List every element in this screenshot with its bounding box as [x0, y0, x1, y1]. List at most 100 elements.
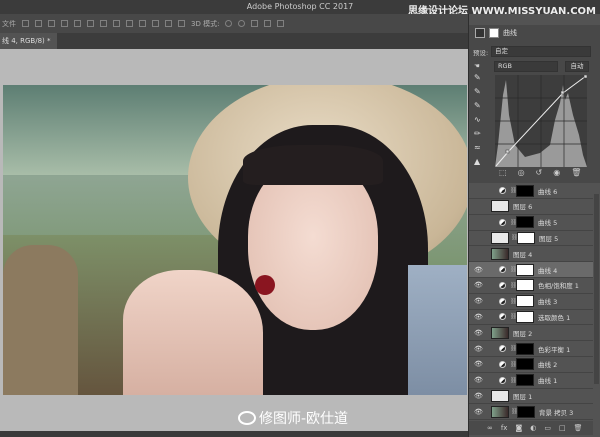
- curves-icon[interactable]: [475, 28, 485, 38]
- layer-row[interactable]: 👁 ⛓ 曲线 1: [469, 373, 593, 389]
- eye-icon[interactable]: 👁: [474, 376, 483, 384]
- adjustment-layer-icon[interactable]: ◐: [530, 424, 536, 432]
- layer-row[interactable]: 👁 ⛓ 曲线 2: [469, 357, 593, 373]
- channel-value: RGB: [498, 62, 513, 70]
- new-layer-icon[interactable]: □: [559, 424, 566, 432]
- layers-scrollbar[interactable]: [594, 194, 599, 384]
- mask-icon[interactable]: [489, 28, 499, 38]
- eye-icon[interactable]: 👁: [474, 360, 483, 368]
- on-image-adjust-icon[interactable]: ☚: [474, 62, 480, 70]
- smooth-icon[interactable]: ≈: [474, 143, 481, 152]
- layer-row[interactable]: 图层 4: [469, 246, 593, 263]
- layer-row[interactable]: 👁 ⛓ 曲线 3: [469, 294, 593, 310]
- distribute-top-icon[interactable]: [100, 20, 107, 27]
- layer-name: 曲线 1: [538, 377, 558, 386]
- fx-icon[interactable]: fx: [501, 424, 508, 432]
- delete-layer-icon[interactable]: 🗑: [574, 424, 583, 432]
- view-previous-icon[interactable]: ◎: [518, 168, 525, 177]
- layer-row[interactable]: 👁 ⛓ 选取颜色 1: [469, 309, 593, 326]
- distribute-right-icon[interactable]: [165, 20, 172, 27]
- preset-label: 预设:: [473, 49, 489, 57]
- layer-thumbnail: [491, 389, 509, 402]
- align-left-icon[interactable]: [61, 20, 68, 27]
- weibo-icon: [238, 411, 256, 425]
- trash-icon[interactable]: 🗑: [571, 168, 581, 177]
- channel-select[interactable]: RGB: [494, 61, 558, 72]
- layer-row[interactable]: ⛓ 图层 5: [469, 230, 593, 247]
- adjustment-icon: [499, 313, 506, 321]
- layer-name: 曲线 5: [538, 219, 558, 228]
- 3d-drag-icon[interactable]: [251, 20, 259, 27]
- distribute-middle-icon[interactable]: [113, 20, 120, 27]
- document-tab[interactable]: 线 4, RGB/8) *: [0, 33, 57, 49]
- eye-icon[interactable]: 👁: [474, 281, 483, 289]
- layer-mask-thumbnail[interactable]: [517, 405, 535, 418]
- layer-mask-thumbnail[interactable]: [516, 216, 534, 229]
- auto-align-icon[interactable]: [178, 20, 185, 27]
- layer-name: 色彩平衡 1: [538, 345, 571, 354]
- align-top-icon[interactable]: [22, 20, 29, 27]
- eye-icon[interactable]: 👁: [474, 313, 483, 321]
- white-eyedropper-icon[interactable]: ✎: [474, 101, 481, 110]
- layer-name: 图层 5: [539, 234, 559, 243]
- layer-name: 色相/饱和度 1: [538, 282, 579, 291]
- link-icon[interactable]: ∞: [487, 424, 493, 432]
- layer-mask-thumbnail[interactable]: [516, 263, 534, 276]
- folder-icon[interactable]: ▭: [544, 424, 551, 432]
- curve-points-icon[interactable]: ∿: [474, 115, 481, 124]
- layer-row[interactable]: 👁 ⛓ 背景 拷贝 3: [469, 404, 593, 421]
- clip-to-layer-icon[interactable]: ⬚: [499, 168, 507, 177]
- layer-row[interactable]: 👁 ⛓ 色彩平衡 1: [469, 341, 593, 357]
- align-bottom-icon[interactable]: [48, 20, 55, 27]
- layer-row[interactable]: 👁 图层 1: [469, 388, 593, 405]
- pencil-icon[interactable]: ✏: [474, 129, 481, 138]
- layer-mask-thumbnail[interactable]: [516, 279, 534, 292]
- add-mask-icon[interactable]: ◙: [515, 424, 522, 432]
- align-middle-icon[interactable]: [35, 20, 42, 27]
- eye-icon[interactable]: 👁: [474, 408, 483, 416]
- eye-icon[interactable]: 👁: [474, 266, 483, 274]
- black-eyedropper-icon[interactable]: ✎: [474, 73, 481, 82]
- adjustment-icon: [499, 297, 506, 305]
- curve-point[interactable]: [583, 75, 587, 79]
- align-right-icon[interactable]: [87, 20, 94, 27]
- distribute-center-icon[interactable]: [152, 20, 159, 27]
- layer-row[interactable]: 图层 6: [469, 199, 593, 215]
- 3d-scale-icon[interactable]: [277, 20, 285, 27]
- adjustment-icon: [499, 376, 506, 384]
- eye-icon[interactable]: 👁: [474, 345, 483, 353]
- clipping-warning-icon[interactable]: ▲: [474, 157, 481, 166]
- eye-icon[interactable]: 👁: [474, 392, 483, 400]
- 3d-roll-icon[interactable]: [238, 20, 246, 27]
- weibo-watermark: 修图师-欧仕道: [238, 408, 348, 428]
- layer-mask-thumbnail[interactable]: [516, 342, 534, 355]
- align-center-icon[interactable]: [74, 20, 81, 27]
- layer-row[interactable]: ⛓ 曲线 5: [469, 215, 593, 231]
- 3d-slide-icon[interactable]: [264, 20, 272, 27]
- gray-eyedropper-icon[interactable]: ✎: [474, 87, 481, 96]
- distribute-bottom-icon[interactable]: [126, 20, 133, 27]
- 3d-rotate-icon[interactable]: [225, 20, 233, 27]
- layer-row[interactable]: ⛓ 曲线 6: [469, 183, 593, 199]
- curve-point[interactable]: [505, 149, 510, 154]
- layer-mask-thumbnail[interactable]: [516, 184, 534, 197]
- layer-mask-thumbnail[interactable]: [517, 231, 535, 244]
- curves-graph[interactable]: [495, 75, 587, 167]
- auto-button[interactable]: 自动: [565, 61, 589, 72]
- layer-row[interactable]: 👁 ⛓ 曲线 4: [469, 262, 593, 278]
- layer-row[interactable]: 👁 ⛓ 色相/饱和度 1: [469, 278, 593, 294]
- visibility-icon[interactable]: ◉: [553, 168, 560, 177]
- preset-select[interactable]: 自定: [491, 46, 591, 57]
- distribute-left-icon[interactable]: [139, 20, 146, 27]
- curve-point[interactable]: [560, 90, 565, 95]
- canvas-area[interactable]: [0, 49, 468, 431]
- reset-icon[interactable]: ↺: [536, 168, 543, 177]
- eye-icon[interactable]: 👁: [474, 297, 483, 305]
- layer-thumbnail: [491, 200, 509, 213]
- layer-row[interactable]: 👁 图层 2: [469, 325, 593, 342]
- layer-mask-thumbnail[interactable]: [516, 295, 534, 308]
- layer-mask-thumbnail[interactable]: [516, 374, 534, 387]
- layer-mask-thumbnail[interactable]: [516, 310, 534, 323]
- layer-mask-thumbnail[interactable]: [516, 358, 534, 371]
- eye-icon[interactable]: 👁: [474, 329, 483, 337]
